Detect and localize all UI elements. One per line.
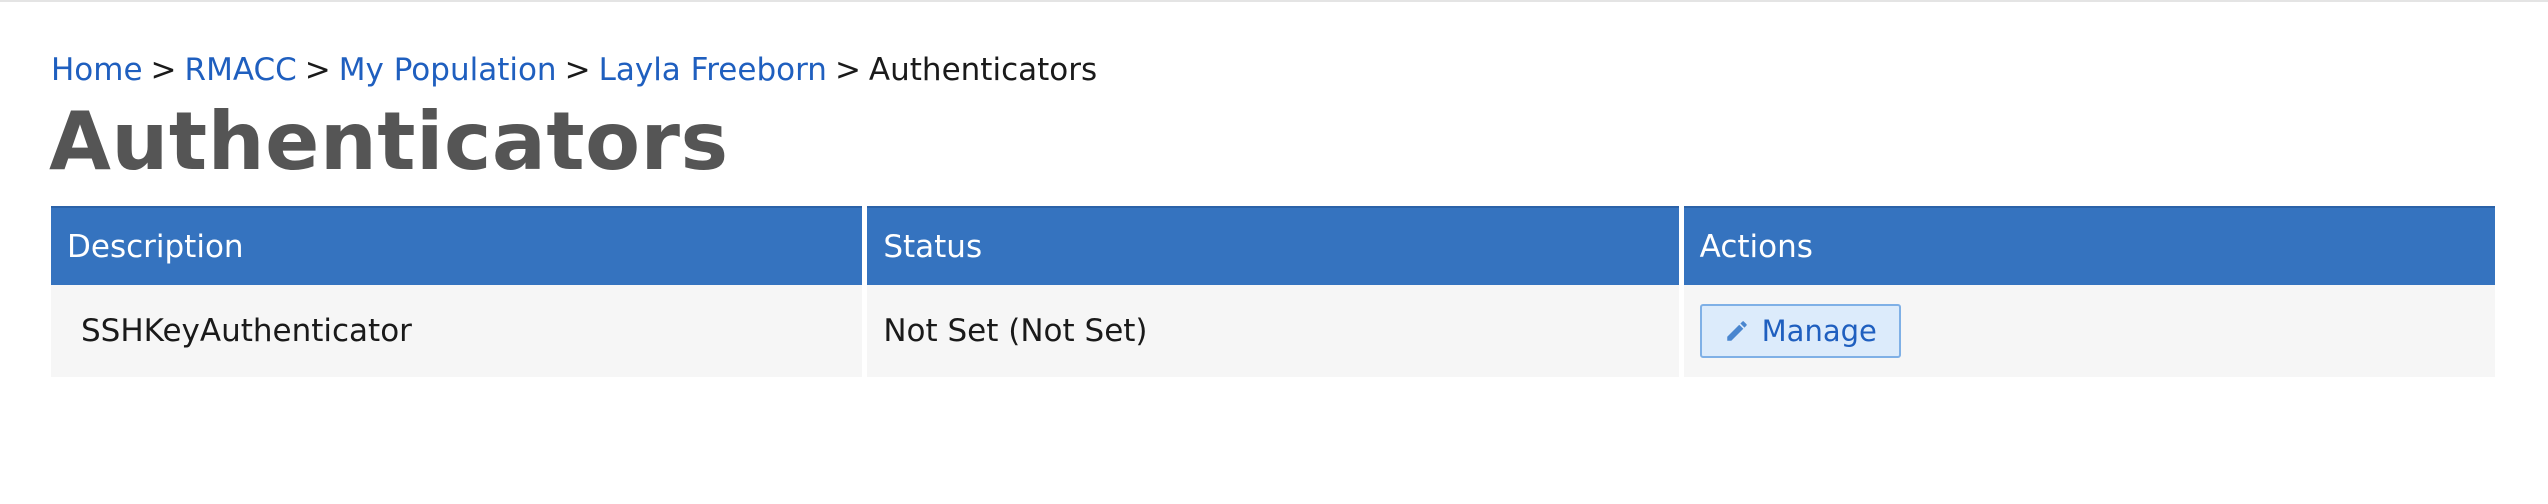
manage-button-label: Manage bbox=[1761, 314, 1877, 348]
breadcrumb-separator: > bbox=[150, 52, 177, 88]
breadcrumb: Home > RMACC > My Population > Layla Freeborn >… bbox=[51, 50, 1097, 90]
cell-actions: Manage bbox=[1683, 285, 2495, 377]
column-header-description: Description bbox=[51, 206, 863, 285]
column-header-status: Status bbox=[867, 206, 1679, 285]
manage-button[interactable]: Manage bbox=[1699, 304, 1901, 358]
table-row: SSHKeyAuthenticator Not Set (Not Set) Ma… bbox=[51, 285, 2495, 377]
page-title: Authenticators bbox=[49, 95, 729, 188]
cell-status: Not Set (Not Set) bbox=[867, 285, 1679, 377]
breadcrumb-separator: > bbox=[304, 52, 331, 88]
breadcrumb-separator: > bbox=[564, 52, 591, 88]
pencil-icon bbox=[1726, 321, 1747, 341]
cell-description: SSHKeyAuthenticator bbox=[51, 285, 863, 377]
column-header-actions: Actions bbox=[1683, 206, 2495, 285]
authenticators-table: Description Status Actions SSHKeyAuthent… bbox=[46, 206, 2500, 377]
breadcrumb-link-my-population[interactable]: My Population bbox=[339, 52, 557, 88]
top-divider bbox=[0, 0, 2548, 2]
breadcrumb-separator: > bbox=[834, 52, 861, 88]
breadcrumb-link-user[interactable]: Layla Freeborn bbox=[599, 52, 827, 88]
breadcrumb-current: Authenticators bbox=[868, 52, 1098, 88]
table-header-row: Description Status Actions bbox=[51, 206, 2495, 285]
breadcrumb-link-rmacc[interactable]: RMACC bbox=[185, 52, 297, 88]
breadcrumb-link-home[interactable]: Home bbox=[51, 52, 143, 88]
